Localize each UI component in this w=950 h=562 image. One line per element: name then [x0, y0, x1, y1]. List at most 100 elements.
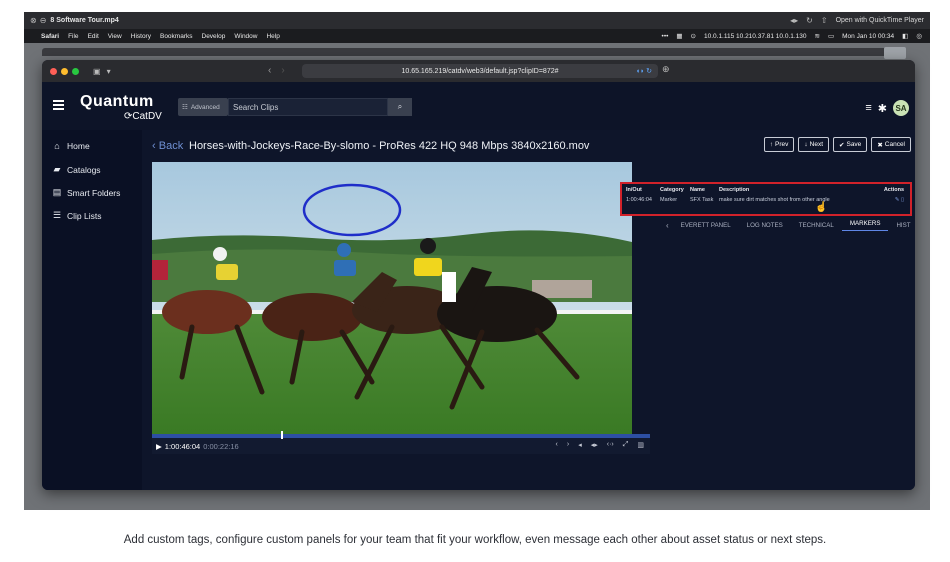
more-status-icon[interactable]: •••	[662, 33, 669, 40]
marker-inout: 1:00:46:04	[626, 197, 652, 203]
sidebar-item-label: Catalogs	[67, 164, 101, 175]
wifi-icon[interactable]: ≋	[815, 32, 820, 40]
menu-develop[interactable]: Develop	[202, 33, 226, 40]
avatar[interactable]: SA	[893, 100, 909, 116]
list-menu-icon[interactable]: ≡	[865, 102, 871, 114]
quantum-logo: Quantum	[80, 93, 154, 110]
check-icon: ✔	[839, 141, 845, 149]
tab-technical[interactable]: TECHNICAL	[791, 222, 842, 229]
rotate-icon[interactable]: ↻	[806, 16, 813, 25]
progress-bar[interactable]	[152, 431, 650, 439]
menu-app-name[interactable]: Safari	[41, 33, 59, 40]
save-button[interactable]: ✔ Save	[833, 137, 868, 152]
gear-icon[interactable]: ✱	[878, 102, 887, 115]
next-label: Next	[809, 141, 824, 148]
reload-icon[interactable]: ◖◗ ↻	[636, 67, 652, 75]
desktop-drive-icon[interactable]	[884, 47, 906, 59]
arrow-down-icon: ↓	[804, 141, 808, 148]
close-icon: ✖	[877, 141, 883, 149]
cancel-button[interactable]: ✖ Cancel	[871, 137, 911, 152]
next-frame-icon[interactable]: ›	[567, 441, 569, 449]
menu-edit[interactable]: Edit	[88, 33, 99, 40]
cancel-label: Cancel	[884, 141, 905, 148]
sidebar-item-smart-folders[interactable]: ▤ Smart Folders	[52, 187, 121, 198]
audio-levels-icon[interactable]: ▥	[637, 441, 644, 449]
home-icon: ⌂	[54, 141, 60, 151]
open-with-quicktime-button[interactable]: Open with QuickTime Player	[836, 17, 924, 24]
catdv-logo: ⟳CatDV	[124, 111, 162, 122]
battery-icon[interactable]: ▭	[828, 32, 834, 40]
search-input[interactable]: Search Clips	[228, 98, 388, 116]
mark-out-icon[interactable]: ◂▸	[591, 441, 598, 449]
clip-title: Horses-with-Jockeys-Race-By-slomo - ProR…	[189, 140, 590, 152]
playhead[interactable]	[281, 431, 283, 439]
fullscreen-icon[interactable]: ⤢	[623, 441, 629, 449]
video-player-bar: ⊗ ⊖ 8 Software Tour.mp4 ◂▸ ↻ ⇧ Open with…	[24, 12, 930, 29]
menu-clock[interactable]: Mon Jan 10 00:34	[842, 33, 894, 40]
browser-back-icon[interactable]: ‹	[268, 65, 271, 76]
prev-button[interactable]: ↑ Prev	[763, 137, 795, 152]
advanced-search-button[interactable]: ☷ Advanced	[178, 98, 228, 116]
tab-everett-panel[interactable]: EVERETT PANEL	[673, 222, 739, 229]
menu-icon[interactable]	[53, 100, 64, 112]
menu-history[interactable]: History	[131, 33, 151, 40]
sidebar-item-catalogs[interactable]: ▰ Catalogs	[52, 164, 101, 175]
mark-in-icon[interactable]: ◂	[578, 441, 582, 449]
menu-file[interactable]: File	[68, 33, 78, 40]
control-center-icon[interactable]: ◧	[902, 32, 908, 40]
menu-view[interactable]: View	[108, 33, 122, 40]
tab-log-notes[interactable]: LOG NOTES	[739, 222, 791, 229]
zoom-window-button[interactable]	[72, 67, 79, 75]
url-text: 10.65.165.219/catdv/web3/default.jsp?cli…	[401, 67, 559, 75]
folder-icon: ▤	[52, 187, 62, 197]
tab-scroll-right-icon[interactable]: ›	[913, 221, 915, 230]
screen-icon[interactable]: ▦	[676, 32, 682, 40]
sidebar-item-home[interactable]: ⌂ Home	[52, 141, 89, 151]
video-file-title: 8 Software Tour.mp4	[50, 17, 119, 24]
back-link[interactable]: ‹ Back	[152, 140, 183, 152]
network-icon[interactable]: ⊙	[691, 32, 696, 40]
trim-icon[interactable]: ◂▸	[790, 16, 798, 25]
share-icon[interactable]: ⇧	[821, 16, 828, 25]
header-actions: Actions	[883, 187, 904, 193]
mac-menu-bar: Safari File Edit View History Bookmarks …	[24, 29, 930, 43]
screenshot-frame: ⊗ ⊖ 8 Software Tour.mp4 ◂▸ ↻ ⇧ Open with…	[0, 0, 950, 562]
hand-cursor-icon: ☝	[815, 202, 828, 213]
marker-name: SFX Task	[690, 197, 714, 203]
close-window-button[interactable]	[50, 67, 57, 75]
chevron-down-icon[interactable]: ▾	[107, 67, 111, 76]
sidebar-item-label: Smart Folders	[67, 187, 121, 198]
edit-marker-icon[interactable]: ✎ ▯	[895, 197, 904, 203]
sidebar-toggle-icon[interactable]: ▣	[93, 67, 101, 76]
markers-header-row: In/Out Category Name Description	[626, 187, 859, 193]
header-inout: In/Out	[626, 187, 642, 193]
tab-history[interactable]: HIST	[888, 222, 912, 229]
code-icon[interactable]: ‹·›	[607, 441, 614, 449]
arrow-up-icon: ↑	[769, 141, 774, 148]
menu-window[interactable]: Window	[234, 33, 257, 40]
minimize-window-button[interactable]	[61, 67, 68, 75]
address-bar[interactable]: 10.65.165.219/catdv/web3/default.jsp?cli…	[302, 64, 658, 78]
tab-scroll-left-icon[interactable]: ‹	[662, 221, 673, 230]
tab-markers[interactable]: MARKERS	[841, 220, 889, 231]
list-icon: ☰	[52, 210, 62, 220]
prev-frame-icon[interactable]: ‹	[556, 441, 558, 449]
minimize-circle-icon[interactable]: ⊖	[40, 16, 47, 25]
siri-icon[interactable]: ◎	[916, 32, 922, 40]
menu-bookmarks[interactable]: Bookmarks	[160, 33, 193, 40]
duration: 0:00:22:16	[203, 442, 239, 451]
video-frame[interactable]	[152, 162, 632, 434]
menu-help[interactable]: Help	[266, 33, 279, 40]
next-button[interactable]: ↓ Next	[798, 137, 830, 152]
sidebar: ⌂ Home ▰ Catalogs ▤ Smart Folders ☰ Clip…	[42, 130, 142, 490]
close-circle-icon[interactable]: ⊗	[30, 16, 37, 25]
search-icon[interactable]: ⌕	[388, 98, 412, 116]
play-icon[interactable]: ▶	[156, 442, 162, 451]
sidebar-item-clip-lists[interactable]: ☰ Clip Lists	[52, 210, 102, 221]
caption-text: Add custom tags, configure custom panels…	[123, 534, 827, 546]
marker-description: make sure dirt matches shot from other a…	[719, 197, 830, 203]
browser-toolbar: ▣ ▾ ‹ › 10.65.165.219/catdv/web3/default…	[42, 60, 915, 82]
browser-forward-icon[interactable]: ›	[281, 65, 284, 76]
downloads-icon[interactable]: ⊕	[662, 64, 670, 75]
header-description: Description	[719, 187, 750, 193]
